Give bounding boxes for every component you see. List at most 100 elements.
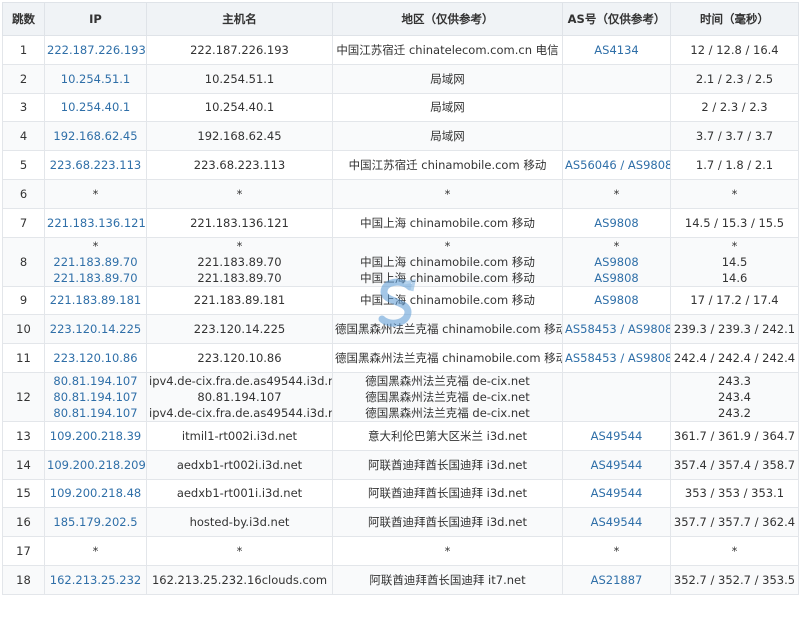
region-cell: 局域网 xyxy=(332,121,563,152)
as-text xyxy=(565,99,668,115)
ip-cell: 109.200.218.39 xyxy=(44,420,147,451)
table-header-row: 跳数 IP 主机名 地区（仅供参考） AS号（仅供参考） 时间（毫秒） xyxy=(2,2,799,36)
region-cell: 阿联酋迪拜酋长国迪拜 i3d.net xyxy=(368,515,527,530)
region-cell: 中国上海 chinamobile.com 移动 xyxy=(360,254,535,269)
ip-link[interactable]: 221.183.89.70 xyxy=(47,270,144,286)
hop-cell: 4 xyxy=(2,121,45,152)
time-cell: 357.4 / 357.4 / 358.7 xyxy=(673,457,796,472)
hostname-cell: 221.183.89.70 xyxy=(197,254,282,269)
time-cell: 2.1 / 2.3 / 2.5 xyxy=(695,71,774,86)
ip-link[interactable]: 10.254.40.1 xyxy=(47,99,144,115)
ip-link[interactable]: 221.183.89.181 xyxy=(47,292,144,308)
hostname-cell: hosted-by.i3d.net xyxy=(146,507,333,538)
time-cell: 17 / 17.2 / 17.4 xyxy=(690,293,779,308)
region-cell: 中国上海 chinamobile.com 移动 xyxy=(332,285,563,316)
ip-link[interactable]: 80.81.194.107 xyxy=(47,405,144,421)
ip-link[interactable]: 185.179.202.5 xyxy=(47,514,144,530)
ip-cell: 223.120.10.86 xyxy=(44,343,147,373)
as-cell: AS58453 / AS9808 xyxy=(562,314,671,345)
traceroute-panel: 跳数 IP 主机名 地区（仅供参考） AS号（仅供参考） 时间（毫秒） 1 222… xyxy=(2,2,799,595)
time-cell: 14.5 xyxy=(721,254,748,269)
as-link[interactable]: AS58453 / AS9808 xyxy=(565,350,670,366)
hop-number: 8 xyxy=(19,254,28,269)
ip-link[interactable]: 221.183.136.121 xyxy=(47,215,146,231)
as-link[interactable]: AS9808 xyxy=(565,270,668,286)
as-link[interactable]: AS21887 xyxy=(565,572,668,588)
as-link[interactable]: AS49544 xyxy=(565,457,668,473)
ip-link[interactable]: 80.81.194.107 xyxy=(47,389,144,405)
ip-cell: 192.168.62.45 xyxy=(44,121,147,152)
region-cell: * xyxy=(332,536,563,566)
hop-cell: 12 xyxy=(2,371,45,422)
ip-link[interactable]: 109.200.218.39 xyxy=(47,428,144,444)
table-row: 14 109.200.218.209 aedxb1-rt002i.i3d.net 阿联… xyxy=(2,449,799,480)
as-link[interactable]: AS4134 xyxy=(565,42,668,58)
hop-cell: 16 xyxy=(2,507,45,538)
ip-link[interactable]: 10.254.51.1 xyxy=(47,71,144,87)
as-cell: AS4134 xyxy=(562,35,671,65)
hostname-cell: aedxb1-rt002i.i3d.net xyxy=(146,449,333,480)
region-cell: 中国江苏宿迁 chinamobile.com 移动 xyxy=(332,150,563,180)
time-cell: 3.7 / 3.7 / 3.7 xyxy=(670,121,799,152)
time-cell: 14.5 / 15.3 / 15.5 xyxy=(684,215,785,230)
as-text xyxy=(565,405,668,421)
ip-link[interactable]: 109.200.218.209 xyxy=(47,457,146,473)
as-link[interactable]: AS9808 xyxy=(565,254,668,270)
as-link[interactable]: AS49544 xyxy=(565,428,668,444)
as-link[interactable]: AS9808 xyxy=(565,215,668,231)
time-cell: 239.3 / 239.3 / 242.1 xyxy=(670,314,799,345)
time-cell: 242.4 / 242.4 / 242.4 xyxy=(670,343,799,373)
ip-cell: * xyxy=(44,178,147,209)
as-link[interactable]: AS49544 xyxy=(565,514,668,530)
ip-link[interactable]: 223.120.10.86 xyxy=(47,350,144,366)
time-cell: 243.3 xyxy=(718,373,751,388)
as-link[interactable]: AS56046 / AS9808 xyxy=(565,157,670,173)
as-cell: * AS9808 AS9808 xyxy=(562,236,671,287)
region-cell: * xyxy=(444,544,451,559)
hostname-cell: 223.68.223.113 xyxy=(193,158,286,173)
hostname-cell: 10.254.40.1 xyxy=(146,92,333,123)
as-text: * xyxy=(613,238,620,253)
ip-link[interactable]: 223.68.223.113 xyxy=(47,157,144,173)
ip-link[interactable]: 162.213.25.232 xyxy=(47,572,144,588)
hostname-cell: * xyxy=(236,186,243,201)
as-cell: AS9808 xyxy=(562,207,671,238)
hop-number: 14 xyxy=(16,457,31,472)
region-cell: 德国黑森州法兰克福 chinamobile.com 移动 xyxy=(335,351,563,366)
as-text xyxy=(565,373,668,389)
table-row: 13 109.200.218.39 itmil1-rt002i.i3d.net 意大利… xyxy=(2,420,799,451)
ip-link[interactable]: 80.81.194.107 xyxy=(47,373,144,389)
hostname-cell: hosted-by.i3d.net xyxy=(189,515,290,530)
region-cell: 意大利伦巴第大区米兰 i3d.net xyxy=(368,428,527,443)
hostname-cell: 223.68.223.113 xyxy=(146,150,333,180)
hop-number: 10 xyxy=(16,322,31,337)
time-cell: 353 / 353 / 353.1 xyxy=(684,486,785,501)
as-cell xyxy=(562,121,671,152)
as-cell: AS49544 xyxy=(562,478,671,509)
region-cell: * xyxy=(444,238,451,253)
table-row: 6 * * * * * xyxy=(2,178,799,209)
hostname-cell: 162.213.25.232.16clouds.com xyxy=(151,572,328,587)
hop-cell: 3 xyxy=(2,92,45,123)
header-as: AS号（仅供参考） xyxy=(562,2,671,36)
as-link[interactable]: AS58453 / AS9808 xyxy=(565,321,670,337)
region-cell: 德国黑森州法兰克福 de-cix.net xyxy=(365,389,530,404)
region-cell: 局域网 xyxy=(430,71,465,86)
ip-link[interactable]: 223.120.14.225 xyxy=(47,321,144,337)
ip-link[interactable]: 221.183.89.70 xyxy=(47,254,144,270)
region-cell: 中国江苏宿迁 chinatelecom.com.cn 电信 xyxy=(332,35,563,65)
ip-cell: 221.183.136.121 xyxy=(44,207,147,238)
as-link[interactable]: AS49544 xyxy=(565,485,668,501)
region-cell: 德国黑森州法兰克福 chinamobile.com 移动 xyxy=(335,322,563,337)
hostname-cell: 10.254.51.1 xyxy=(146,63,333,94)
ip-link[interactable]: 109.200.218.48 xyxy=(47,485,144,501)
ip-link[interactable]: 192.168.62.45 xyxy=(47,128,144,144)
ip-cell: 109.200.218.48 xyxy=(44,478,147,509)
as-text: * xyxy=(613,186,620,201)
as-link[interactable]: AS9808 xyxy=(565,292,668,308)
hostname-cell: 221.183.136.121 xyxy=(190,215,289,230)
hop-number: 11 xyxy=(16,351,31,366)
table-row: 15 109.200.218.48 aedxb1-rt001i.i3d.net 阿联酋… xyxy=(2,478,799,509)
ip-link[interactable]: 222.187.226.193 xyxy=(47,42,146,58)
time-cell: * xyxy=(731,238,738,253)
